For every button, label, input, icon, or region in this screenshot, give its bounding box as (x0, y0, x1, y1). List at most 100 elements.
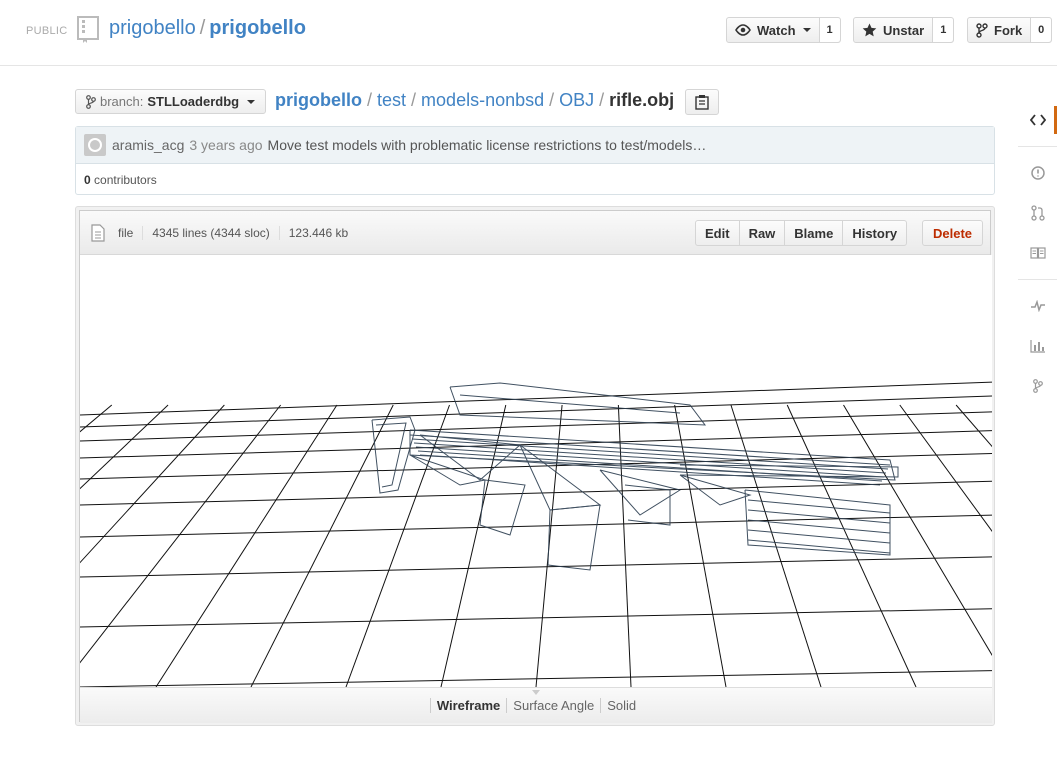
breadcrumb-file: rifle.obj (609, 90, 675, 110)
model-viewer[interactable] (80, 255, 992, 687)
mode-solid[interactable]: Solid (600, 698, 642, 713)
copy-path-button[interactable] (685, 89, 719, 115)
magazine (547, 504, 601, 571)
sidebar-item-wiki[interactable] (1018, 233, 1057, 273)
wiki-icon (1029, 247, 1046, 259)
sidebar-item-graphs[interactable] (1018, 326, 1057, 366)
pulse-icon (1030, 300, 1045, 312)
repo-sidebar (1018, 100, 1057, 406)
branch-selector[interactable]: branch: STLLoaderdbg (75, 89, 266, 114)
file-type: file (118, 226, 134, 240)
carry-handle (449, 382, 707, 426)
sidebar-item-issues[interactable] (1018, 153, 1057, 193)
latest-commit: aramis_acg 3 years ago Move test models … (75, 126, 995, 195)
render-mode-bar: Wireframe Surface Angle Solid (80, 687, 992, 723)
avatar[interactable] (84, 134, 106, 156)
contributors[interactable]: 0 contributors (76, 164, 994, 187)
file-lines: 4345 lines (4344 sloc) (142, 226, 278, 240)
mode-wireframe[interactable]: Wireframe (429, 698, 506, 713)
path-separator: / (549, 90, 555, 110)
contributors-label: contributors (94, 173, 157, 187)
delete-button[interactable]: Delete (922, 220, 984, 246)
grid-line (80, 430, 992, 459)
arrow-indicator-icon (532, 690, 540, 695)
file-size: 123.446 kb (278, 226, 357, 240)
commit-message[interactable]: Move test models with problematic licens… (268, 137, 707, 153)
grid-line (955, 404, 992, 448)
contributors-count: 0 (84, 173, 91, 187)
repo-title: prigobello / prigobello (109, 17, 306, 40)
grid-line (80, 404, 225, 564)
graphs-icon (1029, 340, 1045, 353)
file-container: file 4345 lines (4344 sloc) 123.446 kb E… (75, 206, 995, 726)
sidebar-item-pull-requests[interactable] (1018, 193, 1057, 233)
breadcrumb-root[interactable]: prigobello (275, 90, 362, 110)
sidebar-item-code[interactable] (1018, 100, 1057, 140)
grid-line (80, 395, 992, 428)
octocat-icon (88, 138, 102, 152)
fork-icon (976, 22, 988, 38)
grid-line (80, 556, 992, 578)
commit-author[interactable]: aramis_acg (112, 137, 184, 153)
grid-line (80, 411, 992, 442)
rifle-wireframe (371, 382, 899, 571)
breadcrumb: prigobello / test / models-nonbsd / OBJ / rifle.… (275, 90, 674, 111)
file-header: file 4345 lines (4344 sloc) 123.446 kb E… (80, 211, 990, 255)
repo-icon (77, 16, 99, 43)
grid-line (345, 404, 450, 687)
handguard-line (747, 509, 891, 524)
visibility-label: PUBLIC (26, 25, 68, 37)
issues-icon (1030, 166, 1045, 180)
raw-button[interactable]: Raw (738, 221, 785, 245)
branch-name: STLLoaderdbg (147, 94, 240, 109)
path-separator: / (199, 17, 206, 39)
unstar-button[interactable]: Unstar 1 (853, 17, 955, 43)
path-separator: / (599, 90, 605, 110)
watch-label: Watch (757, 22, 796, 38)
grid-line (80, 514, 992, 538)
branch-label: branch: (100, 94, 144, 109)
fork-label: Fork (994, 22, 1023, 38)
branch-icon (86, 94, 96, 109)
edit-button[interactable]: Edit (696, 221, 739, 245)
watch-button[interactable]: Watch 1 (726, 17, 841, 43)
sidebar-item-network[interactable] (1018, 366, 1057, 406)
grid-line (155, 404, 338, 687)
mesh-triangle (599, 469, 682, 516)
repo-link[interactable]: prigobello (209, 17, 306, 39)
path-separator: / (411, 90, 417, 110)
grid-line (80, 404, 169, 490)
grid-line (617, 404, 632, 687)
star-count[interactable]: 1 (932, 18, 954, 42)
mesh-triangle (419, 434, 522, 481)
model-viewer-canvas[interactable] (80, 255, 992, 687)
breadcrumb-obj[interactable]: OBJ (559, 90, 594, 110)
watch-count[interactable]: 1 (818, 18, 840, 42)
fork-count[interactable]: 0 (1030, 18, 1052, 42)
ground-grid (80, 381, 992, 687)
file-actions: Edit Raw Blame History (695, 220, 908, 246)
grid-line (80, 404, 113, 433)
grid-line (250, 404, 394, 687)
handguard-line (747, 499, 891, 514)
breadcrumb-test[interactable]: test (377, 90, 406, 110)
sidebar-item-pulse[interactable] (1018, 286, 1057, 326)
owner-link[interactable]: prigobello (109, 17, 196, 39)
unstar-label: Unstar (883, 22, 925, 38)
breadcrumb-models-nonbsd[interactable]: models-nonbsd (421, 90, 544, 110)
pull-requests-icon (1030, 205, 1045, 221)
mesh-triangle (409, 454, 487, 486)
grid-line (843, 404, 992, 656)
repo-header: PUBLIC prigobello / prigobello Watch 1 Uns… (0, 0, 1057, 66)
handguard-line (747, 529, 891, 544)
grid-line (80, 404, 282, 664)
path-separator: / (367, 90, 373, 110)
grid-line (899, 404, 992, 532)
fork-button[interactable]: Fork 0 (967, 17, 1053, 43)
history-button[interactable]: History (842, 221, 906, 245)
blame-button[interactable]: Blame (784, 221, 842, 245)
code-icon (1029, 114, 1046, 126)
handguard (744, 489, 891, 556)
grid-line (730, 404, 822, 687)
mode-surface-angle[interactable]: Surface Angle (506, 698, 600, 713)
